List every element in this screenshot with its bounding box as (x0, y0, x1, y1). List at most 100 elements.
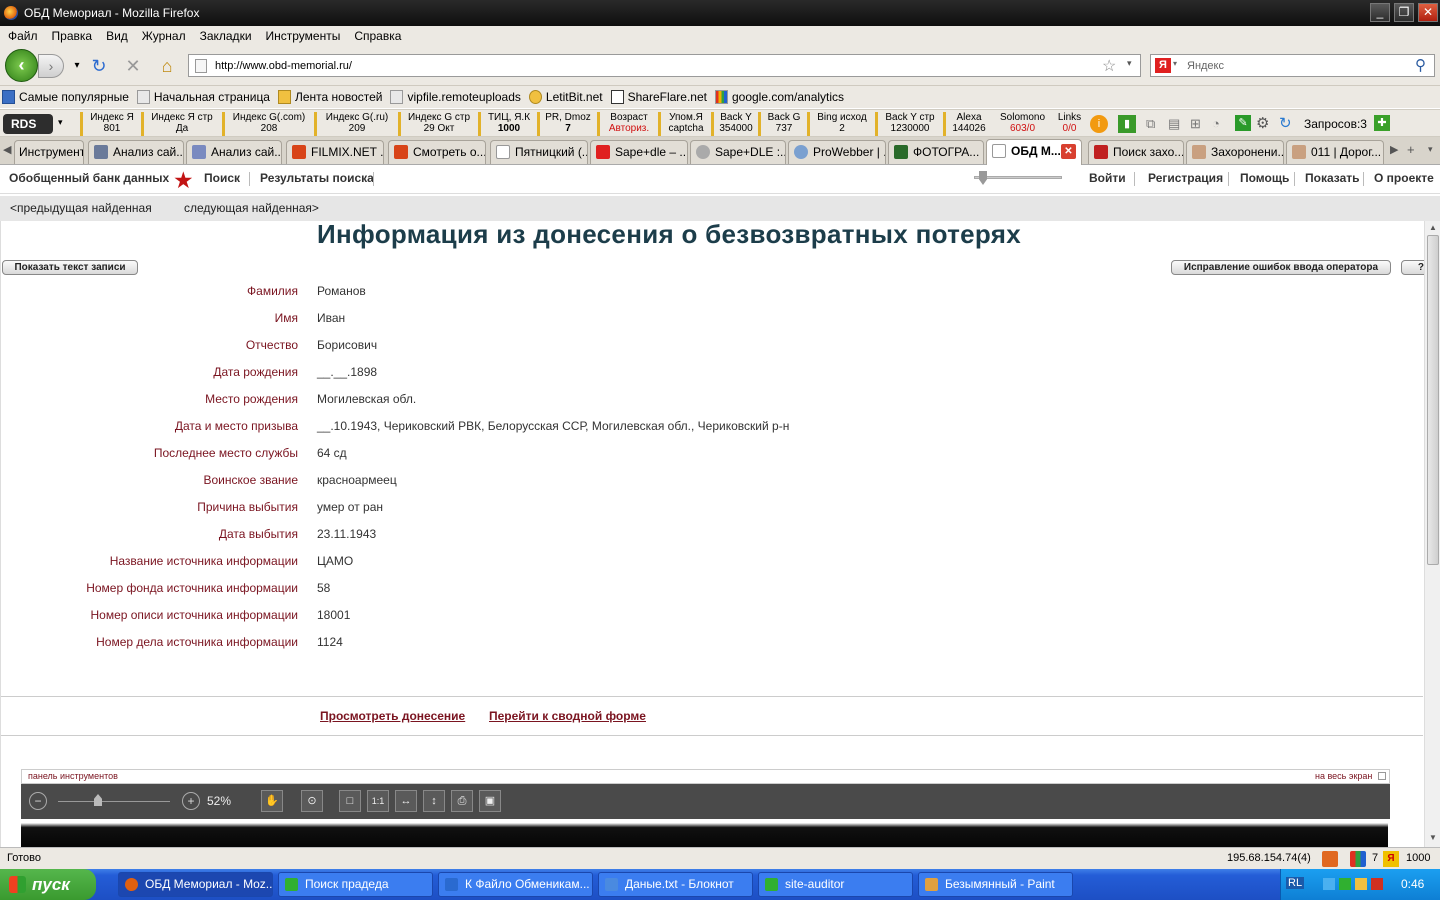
zoom-in-icon[interactable]: + (182, 792, 200, 810)
taskbar-item[interactable]: К Файло Обменикам... (438, 872, 593, 897)
nav-about[interactable]: О проекте (1374, 171, 1434, 185)
rds-cell[interactable]: ТИЦ, Я.К 1000 (478, 112, 534, 136)
bookmark-item[interactable]: google.com/analytics (714, 90, 844, 104)
edit-icon[interactable]: ✎ (1235, 115, 1251, 131)
rds-cell[interactable]: Alexa 144026 (943, 112, 989, 136)
rds-cell[interactable]: Back Y 354000 (711, 112, 755, 136)
menu-view[interactable]: Вид (106, 29, 128, 43)
stats-icon[interactable]: ▮ (1118, 115, 1136, 133)
close-tab-icon[interactable]: ✕ (1061, 144, 1076, 159)
rds-cell[interactable]: Индекс G(.com) 208 (222, 112, 310, 136)
bookmark-item[interactable]: LetitBit.net (528, 90, 603, 104)
rds-logo[interactable]: RDS (3, 114, 53, 134)
actual-size-icon[interactable]: 1:1 (367, 790, 389, 812)
menu-file[interactable]: Файл (8, 29, 38, 43)
tray-app-icon[interactable] (1355, 878, 1367, 890)
pointer-icon[interactable]: ⊙ (301, 790, 323, 812)
fit-page-icon[interactable]: □ (339, 790, 361, 812)
rds-cell[interactable]: PR, Dmoz 7 (537, 112, 593, 136)
taskbar-item[interactable]: site-auditor (758, 872, 913, 897)
document-icon[interactable]: ▤ (1168, 116, 1180, 132)
forward-button[interactable]: › (38, 54, 64, 78)
print-icon[interactable]: ⎙ (451, 790, 473, 812)
start-button[interactable]: пуск (0, 869, 96, 900)
new-tab-icon[interactable]: + (1407, 142, 1415, 157)
bookmark-item[interactable]: vipfile.remoteuploads (390, 90, 521, 104)
bookmark-star-icon[interactable]: ☆ (1102, 56, 1116, 76)
fit-height-icon[interactable]: ↕ (423, 790, 445, 812)
view-report-link[interactable]: Просмотреть донесение (320, 709, 465, 723)
addon-icon[interactable] (1322, 851, 1338, 867)
language-indicator[interactable]: RL (1286, 877, 1305, 889)
url-bar[interactable]: http://www.obd-memorial.ru/ ☆ ▾ (188, 54, 1141, 77)
restore-button[interactable]: ❐ (1394, 3, 1414, 22)
taskbar-item[interactable]: Безымянный - Paint (918, 872, 1073, 897)
rds-cell[interactable]: Возраст Авториз. (597, 112, 655, 136)
tabs-scroll-left-icon[interactable]: ◀ (3, 143, 11, 156)
tab[interactable]: FILMIX.NET ... (286, 140, 384, 164)
gear-icon[interactable]: ⚙ (1256, 114, 1269, 132)
prev-result-link[interactable]: <предыдущая найденная (10, 201, 152, 215)
zoom-out-icon[interactable]: − (29, 792, 47, 810)
bookmark-item[interactable]: Начальная страница (136, 90, 270, 104)
tab[interactable]: Поиск захо... (1088, 140, 1184, 164)
rds-cell[interactable]: Индекс Я стр Да (141, 112, 217, 136)
all-tabs-icon[interactable]: ▾ (1428, 144, 1433, 155)
fullscreen-link[interactable]: на весь экран (1315, 770, 1372, 783)
scroll-down-icon[interactable]: ▼ (1429, 833, 1437, 842)
close-button[interactable]: ✕ (1418, 3, 1438, 22)
tab[interactable]: Захоронени... (1186, 140, 1284, 164)
sitemap-icon[interactable]: ⊞ (1190, 116, 1201, 132)
nav-help[interactable]: Помощь (1240, 171, 1289, 185)
back-button[interactable]: ‹ (5, 49, 38, 82)
rss-icon[interactable]: ◔ (1212, 116, 1220, 131)
tray-app-icon[interactable] (1339, 878, 1351, 890)
scrollbar-thumb[interactable] (1427, 235, 1439, 565)
reload-icon[interactable]: ↻ (88, 55, 110, 77)
copy-icon[interactable]: ⧉ (1146, 116, 1155, 132)
taskbar-item[interactable]: Даные.txt - Блокнот (598, 872, 753, 897)
home-icon[interactable]: ⌂ (156, 55, 178, 77)
fix-errors-button[interactable]: Исправление ошибок ввода оператора (1171, 260, 1391, 275)
summary-form-link[interactable]: Перейти к сводной форме (489, 709, 646, 723)
nav-register[interactable]: Регистрация (1148, 171, 1223, 185)
menu-bookmarks[interactable]: Закладки (200, 29, 252, 43)
menu-edit[interactable]: Правка (52, 29, 93, 43)
tab[interactable]: Пятницкий (... (490, 140, 588, 164)
tab[interactable]: Анализ сай... (88, 140, 184, 164)
tab[interactable]: ФОТОГРА... (888, 140, 984, 164)
vertical-scrollbar[interactable]: ▲ ▼ (1424, 221, 1440, 847)
history-dropdown-icon[interactable]: ▾ (66, 55, 88, 77)
info-icon[interactable]: i (1090, 115, 1108, 133)
minimize-button[interactable]: _ (1370, 3, 1390, 22)
next-result-link[interactable]: следующая найденная> (184, 201, 319, 215)
zoom-slider[interactable] (58, 801, 170, 802)
tab[interactable]: Sape+DLE :... (690, 140, 786, 164)
rds-cell[interactable]: Индекс Я 801 (80, 112, 138, 136)
tab[interactable]: 011 | Дорог... (1286, 140, 1384, 164)
tab[interactable]: Инструмент... (14, 140, 84, 164)
refresh-icon[interactable]: ↻ (1279, 114, 1292, 132)
taskbar-item[interactable]: Поиск прадеда (278, 872, 433, 897)
tab[interactable]: Анализ сай... (186, 140, 282, 164)
rds-cell[interactable]: Упом.Я captcha (658, 112, 708, 136)
search-engine-dropdown-icon[interactable]: ▾ (1173, 59, 1177, 68)
tab-active[interactable]: ОБД М... ✕ (986, 139, 1082, 165)
search-input[interactable]: Я ▾ Яндекс ⚲ (1150, 54, 1435, 77)
puzzle-icon[interactable]: ✚ (1374, 115, 1390, 131)
font-size-slider[interactable] (974, 176, 1062, 179)
rds-cell[interactable]: Back Y стр 1230000 (875, 112, 939, 136)
rds-cell[interactable]: Links 0/0 (1050, 112, 1086, 136)
rds-cell[interactable]: Индекс G(.ru) 209 (314, 112, 394, 136)
fullscreen-checkbox[interactable] (1378, 772, 1386, 780)
search-icon[interactable]: ⚲ (1415, 56, 1426, 74)
show-record-text-button[interactable]: Показать текст записи (2, 260, 138, 275)
yandex-icon[interactable]: Я (1155, 58, 1171, 73)
menu-history[interactable]: Журнал (142, 29, 186, 43)
stop-icon[interactable]: ✕ (122, 55, 144, 77)
rds-dropdown-icon[interactable]: ▾ (58, 117, 63, 128)
rds-cell[interactable]: Индекс G стр 29 Окт (398, 112, 474, 136)
document-scan-image[interactable] (21, 819, 1388, 847)
nav-results[interactable]: Результаты поиска (260, 171, 374, 185)
save-icon[interactable]: ▣ (479, 790, 501, 812)
